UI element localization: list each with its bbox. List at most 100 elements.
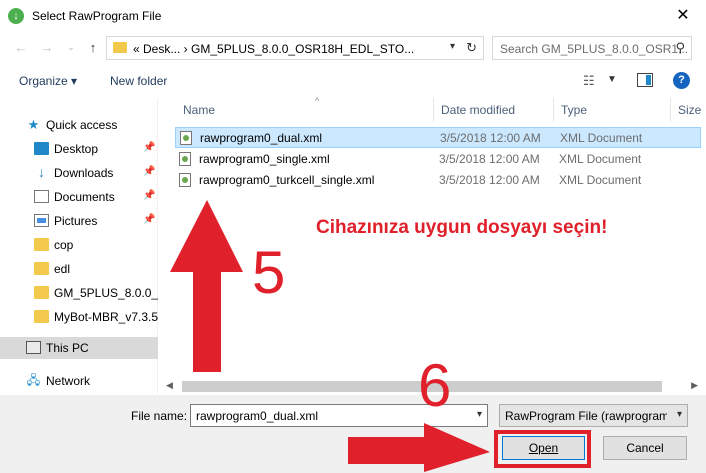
file-date: 3/5/2018 12:00 AM: [440, 131, 541, 145]
sidebar-item-quick-access[interactable]: ★ Quick access: [0, 114, 158, 136]
file-date: 3/5/2018 12:00 AM: [439, 173, 540, 187]
sidebar-item-pictures[interactable]: Pictures 📌: [0, 210, 158, 232]
pin-icon: 📌: [143, 190, 156, 201]
sidebar-item-edl[interactable]: edl: [0, 258, 158, 280]
star-icon: ★: [27, 117, 40, 132]
folder-icon: [34, 286, 49, 299]
search-input[interactable]: Search GM_5PLUS_8.0.0_OSR1... ⚲: [492, 36, 692, 60]
up-button[interactable]: ↑: [84, 39, 102, 57]
file-type-select[interactable]: RawProgram File (rawprogram* ▾: [499, 404, 688, 427]
pin-icon: 📌: [143, 214, 156, 225]
pin-icon: 📌: [143, 142, 156, 153]
chevron-down-icon[interactable]: ▼: [607, 74, 617, 85]
file-row[interactable]: rawprogram0_dual.xml 3/5/2018 12:00 AM X…: [175, 127, 701, 148]
organize-button[interactable]: Organize ▾: [19, 74, 77, 88]
help-icon[interactable]: ?: [673, 72, 690, 89]
open-button-highlight: [494, 430, 591, 468]
sidebar-item-label: Quick access: [46, 118, 118, 132]
file-list: ^ Name Date modified Type Size rawprogra…: [158, 96, 706, 394]
breadcrumb[interactable]: « Desk... › GM_5PLUS_8.0.0_OSR18H_EDL_ST…: [133, 42, 414, 56]
pin-icon: 📌: [143, 166, 156, 177]
navigation-pane: ★ Quick access Desktop 📌 ↓ Downloads 📌 D…: [0, 98, 158, 394]
file-type: XML Document: [559, 152, 642, 166]
instruction-annotation: Cihazınıza uygun dosyayı seçin!: [316, 217, 608, 238]
column-header-type[interactable]: Type: [553, 98, 670, 122]
column-label: Type: [561, 103, 588, 117]
sidebar-item-cop[interactable]: cop: [0, 234, 158, 256]
file-name-value: rawprogram0_dual.xml: [196, 409, 319, 423]
file-row[interactable]: rawprogram0_single.xml 3/5/2018 12:00 AM…: [175, 149, 701, 170]
chevron-down-icon[interactable]: ▾: [677, 409, 682, 420]
sidebar-item-documents[interactable]: Documents 📌: [0, 186, 158, 208]
back-button[interactable]: ←: [12, 39, 30, 57]
sidebar-item-label: edl: [54, 262, 71, 276]
address-bar[interactable]: « Desk... › GM_5PLUS_8.0.0_OSR18H_EDL_ST…: [106, 36, 484, 60]
network-icon: 🖧: [26, 373, 41, 387]
search-placeholder: Search GM_5PLUS_8.0.0_OSR1...: [500, 42, 689, 56]
sidebar-item-label: cop: [54, 238, 74, 252]
xml-file-icon: [179, 152, 191, 166]
column-label: Date modified: [441, 103, 516, 117]
refresh-icon[interactable]: ↻: [466, 40, 477, 56]
sidebar-item-label: Pictures: [54, 214, 98, 228]
app-download-icon: ↓: [8, 8, 24, 24]
command-toolbar: Organize ▾ New folder ☷ ▼ ?: [0, 64, 706, 98]
xml-file-icon: [179, 173, 191, 187]
xml-file-icon: [180, 131, 192, 145]
file-row[interactable]: rawprogram0_turkcell_single.xml 3/5/2018…: [175, 170, 701, 191]
sidebar-item-desktop[interactable]: Desktop 📌: [0, 138, 158, 160]
pc-icon: [26, 341, 41, 354]
sidebar-item-this-pc[interactable]: This PC: [0, 337, 158, 359]
sidebar-item-label: GM_5PLUS_8.0.0_OS: [54, 286, 158, 300]
sidebar-item-gm-5plus[interactable]: GM_5PLUS_8.0.0_OS: [0, 282, 158, 304]
navigation-bar: ← → ⌄ ↑ « Desk... › GM_5PLUS_8.0.0_OSR18…: [0, 32, 706, 64]
cancel-button[interactable]: Cancel: [603, 436, 687, 460]
sidebar-item-network[interactable]: 🖧 Network: [0, 370, 158, 392]
column-header-size[interactable]: Size: [670, 98, 706, 122]
file-name: rawprogram0_single.xml: [199, 152, 330, 166]
column-header-name[interactable]: ^ Name: [175, 96, 433, 122]
close-button[interactable]: ✕: [660, 0, 706, 32]
scroll-left-icon[interactable]: ◀: [166, 380, 173, 391]
sidebar-item-label: Network: [46, 374, 91, 388]
step-6-annotation: 6: [418, 352, 452, 419]
column-header-date[interactable]: Date modified: [433, 98, 553, 122]
sidebar-item-downloads[interactable]: ↓ Downloads 📌: [0, 162, 158, 184]
step-5-annotation: 5: [252, 239, 286, 306]
desktop-icon: [34, 142, 49, 155]
recent-locations-button[interactable]: ⌄: [62, 39, 80, 57]
view-options-icon[interactable]: ☷: [583, 73, 595, 89]
window-title: Select RawProgram File: [32, 9, 162, 23]
dialog-footer: File name: rawprogram0_dual.xml ▾ RawPro…: [0, 395, 706, 473]
chevron-down-icon[interactable]: ▾: [450, 41, 455, 52]
folder-icon: [34, 238, 49, 251]
column-label: Name: [183, 103, 216, 117]
sort-caret-icon: ^: [315, 96, 320, 106]
file-name: rawprogram0_turkcell_single.xml: [199, 173, 375, 187]
file-date: 3/5/2018 12:00 AM: [439, 152, 540, 166]
downloads-icon: ↓: [38, 164, 45, 180]
new-folder-button[interactable]: New folder: [110, 74, 167, 88]
preview-pane-icon[interactable]: [637, 73, 653, 87]
pictures-icon: [34, 214, 49, 227]
title-bar: ↓ Select RawProgram File ✕: [0, 0, 706, 32]
sidebar-item-mybot[interactable]: MyBot-MBR_v7.3.5: [0, 306, 158, 328]
file-name-label: File name:: [131, 409, 188, 423]
sidebar-item-label: This PC: [46, 341, 89, 355]
file-type-value: RawProgram File (rawprogram*: [505, 409, 667, 423]
file-name: rawprogram0_dual.xml: [200, 131, 323, 145]
column-label: Size: [678, 103, 702, 117]
file-type: XML Document: [560, 131, 643, 145]
sidebar-item-label: MyBot-MBR_v7.3.5: [54, 310, 159, 324]
sidebar-item-label: Desktop: [54, 142, 99, 156]
documents-icon: [34, 190, 49, 203]
chevron-down-icon[interactable]: ▾: [477, 409, 482, 420]
sidebar-item-label: Downloads: [54, 166, 114, 180]
forward-button[interactable]: →: [38, 39, 56, 57]
search-icon[interactable]: ⚲: [675, 40, 685, 56]
sidebar-item-label: Documents: [54, 190, 115, 204]
folder-icon: [34, 310, 49, 323]
scroll-right-icon[interactable]: ▶: [691, 380, 698, 391]
folder-icon: [34, 262, 49, 275]
folder-icon: [113, 42, 127, 53]
